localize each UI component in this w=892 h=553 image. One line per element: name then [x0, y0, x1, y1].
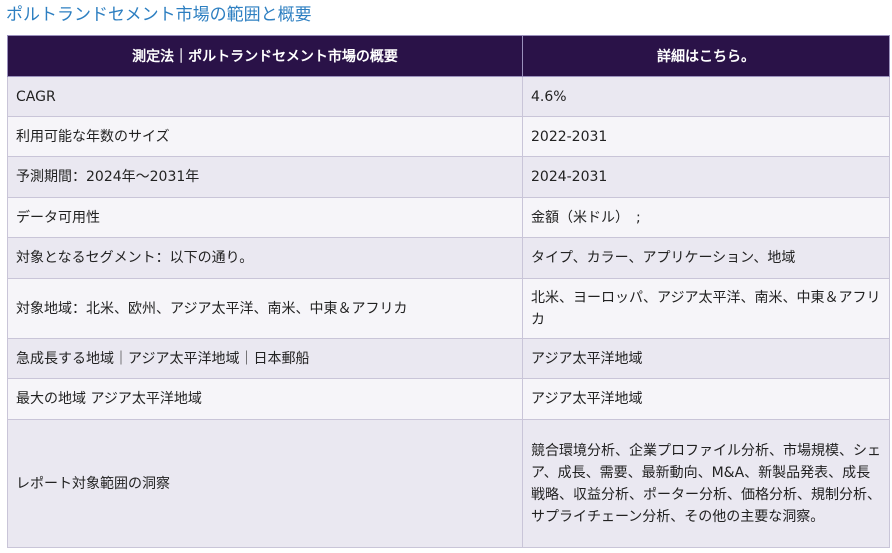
table-row: 利用可能な年数のサイズ 2022-2031	[7, 116, 890, 157]
row-value: タイプ、カラー、アプリケーション、地域	[522, 237, 890, 279]
row-value: 金額（米ドル） ;	[522, 197, 890, 238]
market-scope-table: 測定法｜ポルトランドセメント市場の概要 詳細はこちら。 CAGR 4.6% 利用…	[7, 35, 890, 548]
row-label: 急成長する地域｜アジア太平洋地域｜日本郵船	[7, 338, 523, 379]
row-value: 北米、ヨーロッパ、アジア太平洋、南米、中東＆アフリカ	[522, 278, 890, 339]
header-parameter: 測定法｜ポルトランドセメント市場の概要	[7, 35, 523, 77]
row-label: データ可用性	[7, 197, 523, 238]
table-row: 対象となるセグメント：以下の通り。 タイプ、カラー、アプリケーション、地域	[7, 237, 890, 279]
row-label: 利用可能な年数のサイズ	[7, 116, 523, 157]
table-row: レポート対象範囲の洞察 競合環境分析、企業プロファイル分析、市場規模、シェア、成…	[7, 419, 890, 548]
row-label: 対象となるセグメント：以下の通り。	[7, 237, 523, 279]
table-row: 予測期間：2024年～2031年 2024-2031	[7, 156, 890, 198]
row-value: 4.6%	[522, 76, 890, 117]
row-label: 予測期間：2024年～2031年	[7, 156, 523, 198]
row-value: 2022-2031	[522, 116, 890, 157]
table-row: 最大の地域 アジア太平洋地域 アジア太平洋地域	[7, 378, 890, 420]
row-label: レポート対象範囲の洞察	[7, 419, 523, 548]
page-title: ポルトランドセメント市場の範囲と概要	[6, 5, 312, 25]
row-value: 2024-2031	[522, 156, 890, 198]
header-details: 詳細はこちら。	[522, 35, 890, 77]
table-row: 対象地域：北米、欧州、アジア太平洋、南米、中東＆アフリカ 北米、ヨーロッパ、アジ…	[7, 278, 890, 339]
row-value: 競合環境分析、企業プロファイル分析、市場規模、シェア、成長、需要、最新動向、M&…	[522, 419, 890, 548]
row-label: 最大の地域 アジア太平洋地域	[7, 378, 523, 420]
row-label: 対象地域：北米、欧州、アジア太平洋、南米、中東＆アフリカ	[7, 278, 523, 339]
table-row: CAGR 4.6%	[7, 76, 890, 117]
table-row: データ可用性 金額（米ドル） ;	[7, 197, 890, 238]
row-label: CAGR	[7, 76, 523, 117]
table-header-row: 測定法｜ポルトランドセメント市場の概要 詳細はこちら。	[7, 35, 890, 77]
row-value: アジア太平洋地域	[522, 338, 890, 379]
row-value: アジア太平洋地域	[522, 378, 890, 420]
table-row: 急成長する地域｜アジア太平洋地域｜日本郵船 アジア太平洋地域	[7, 338, 890, 379]
